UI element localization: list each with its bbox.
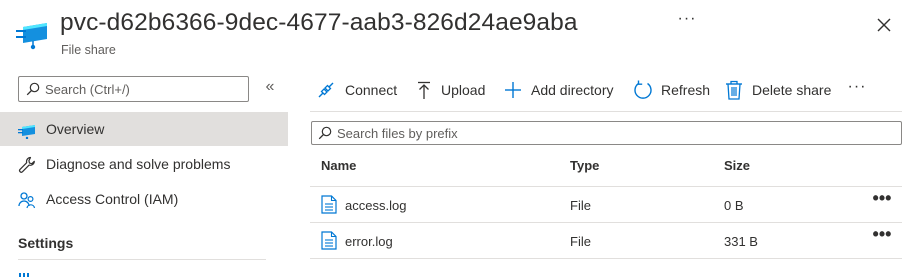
more-options-button[interactable]: ··· — [675, 10, 699, 34]
sidebar-item-label: Access Control (IAM) — [46, 191, 179, 207]
row-more-button[interactable]: ••• — [870, 189, 894, 213]
page-subtitle: File share — [61, 43, 116, 57]
column-header-name[interactable]: Name — [321, 158, 356, 173]
row-divider — [310, 258, 902, 259]
page-title: pvc-d62b6366-9dec-4677-aab3-826d24ae9aba — [60, 9, 578, 36]
table-row[interactable]: access.log File 0 B ••• — [310, 187, 902, 222]
sidebar-item-diagnose[interactable]: Diagnose and solve problems — [0, 147, 288, 181]
connect-label: Connect — [345, 82, 398, 98]
upload-button[interactable]: Upload — [414, 76, 494, 104]
file-icon — [321, 195, 337, 214]
section-divider — [18, 259, 266, 260]
trash-icon — [726, 80, 742, 100]
command-bar: Connect Upload Add directory Refresh Del… — [310, 76, 910, 104]
file-size: 331 B — [724, 234, 758, 249]
file-type: File — [570, 198, 591, 213]
resource-menu: Search (Ctrl+/) « Overview Diagnose and … — [0, 70, 290, 277]
delete-share-label: Delete share — [752, 82, 832, 98]
upload-icon — [418, 81, 430, 99]
file-icon — [321, 231, 337, 250]
file-search-placeholder: Search files by prefix — [337, 126, 458, 141]
column-header-type[interactable]: Type — [570, 158, 599, 173]
sidebar-item-overview[interactable]: Overview — [0, 112, 288, 146]
search-icon — [318, 126, 332, 140]
connect-button[interactable]: Connect — [316, 76, 406, 104]
people-icon — [18, 192, 36, 209]
file-share-icon — [16, 23, 47, 50]
menu-search-placeholder: Search (Ctrl+/) — [45, 82, 130, 97]
add-directory-label: Add directory — [531, 82, 614, 98]
section-heading-settings: Settings — [18, 235, 74, 251]
refresh-button[interactable]: Refresh — [633, 76, 713, 104]
plus-icon — [505, 82, 521, 98]
column-header-size[interactable]: Size — [724, 158, 750, 173]
file-share-icon — [18, 125, 35, 139]
collapse-menu-button[interactable]: « — [261, 76, 279, 98]
row-more-button[interactable]: ••• — [870, 225, 894, 249]
add-directory-button[interactable]: Add directory — [503, 76, 619, 104]
file-size: 0 B — [724, 198, 744, 213]
upload-label: Upload — [441, 82, 486, 98]
file-name-link[interactable]: access.log — [345, 198, 406, 213]
sidebar-item-label: Overview — [46, 121, 105, 137]
blade-header: pvc-d62b6366-9dec-4677-aab3-826d24ae9aba… — [0, 0, 917, 70]
search-icon — [26, 82, 40, 96]
sidebar-item-label: Diagnose and solve problems — [46, 156, 231, 172]
file-type: File — [570, 234, 591, 249]
toolbar-more-button[interactable]: ··· — [846, 76, 868, 104]
close-icon[interactable] — [874, 15, 894, 35]
plug-icon — [318, 82, 334, 98]
properties-icon[interactable] — [18, 270, 38, 277]
toolbar-divider — [310, 111, 902, 112]
menu-search-input[interactable]: Search (Ctrl+/) — [18, 76, 249, 102]
table-row[interactable]: error.log File 331 B ••• — [310, 223, 902, 258]
delete-share-button[interactable]: Delete share — [724, 76, 836, 104]
refresh-icon — [634, 80, 652, 99]
sidebar-item-iam[interactable]: Access Control (IAM) — [0, 182, 288, 216]
file-name-link[interactable]: error.log — [345, 234, 393, 249]
file-search-input[interactable]: Search files by prefix — [311, 121, 902, 145]
wrench-icon — [18, 156, 35, 173]
refresh-label: Refresh — [661, 82, 711, 98]
